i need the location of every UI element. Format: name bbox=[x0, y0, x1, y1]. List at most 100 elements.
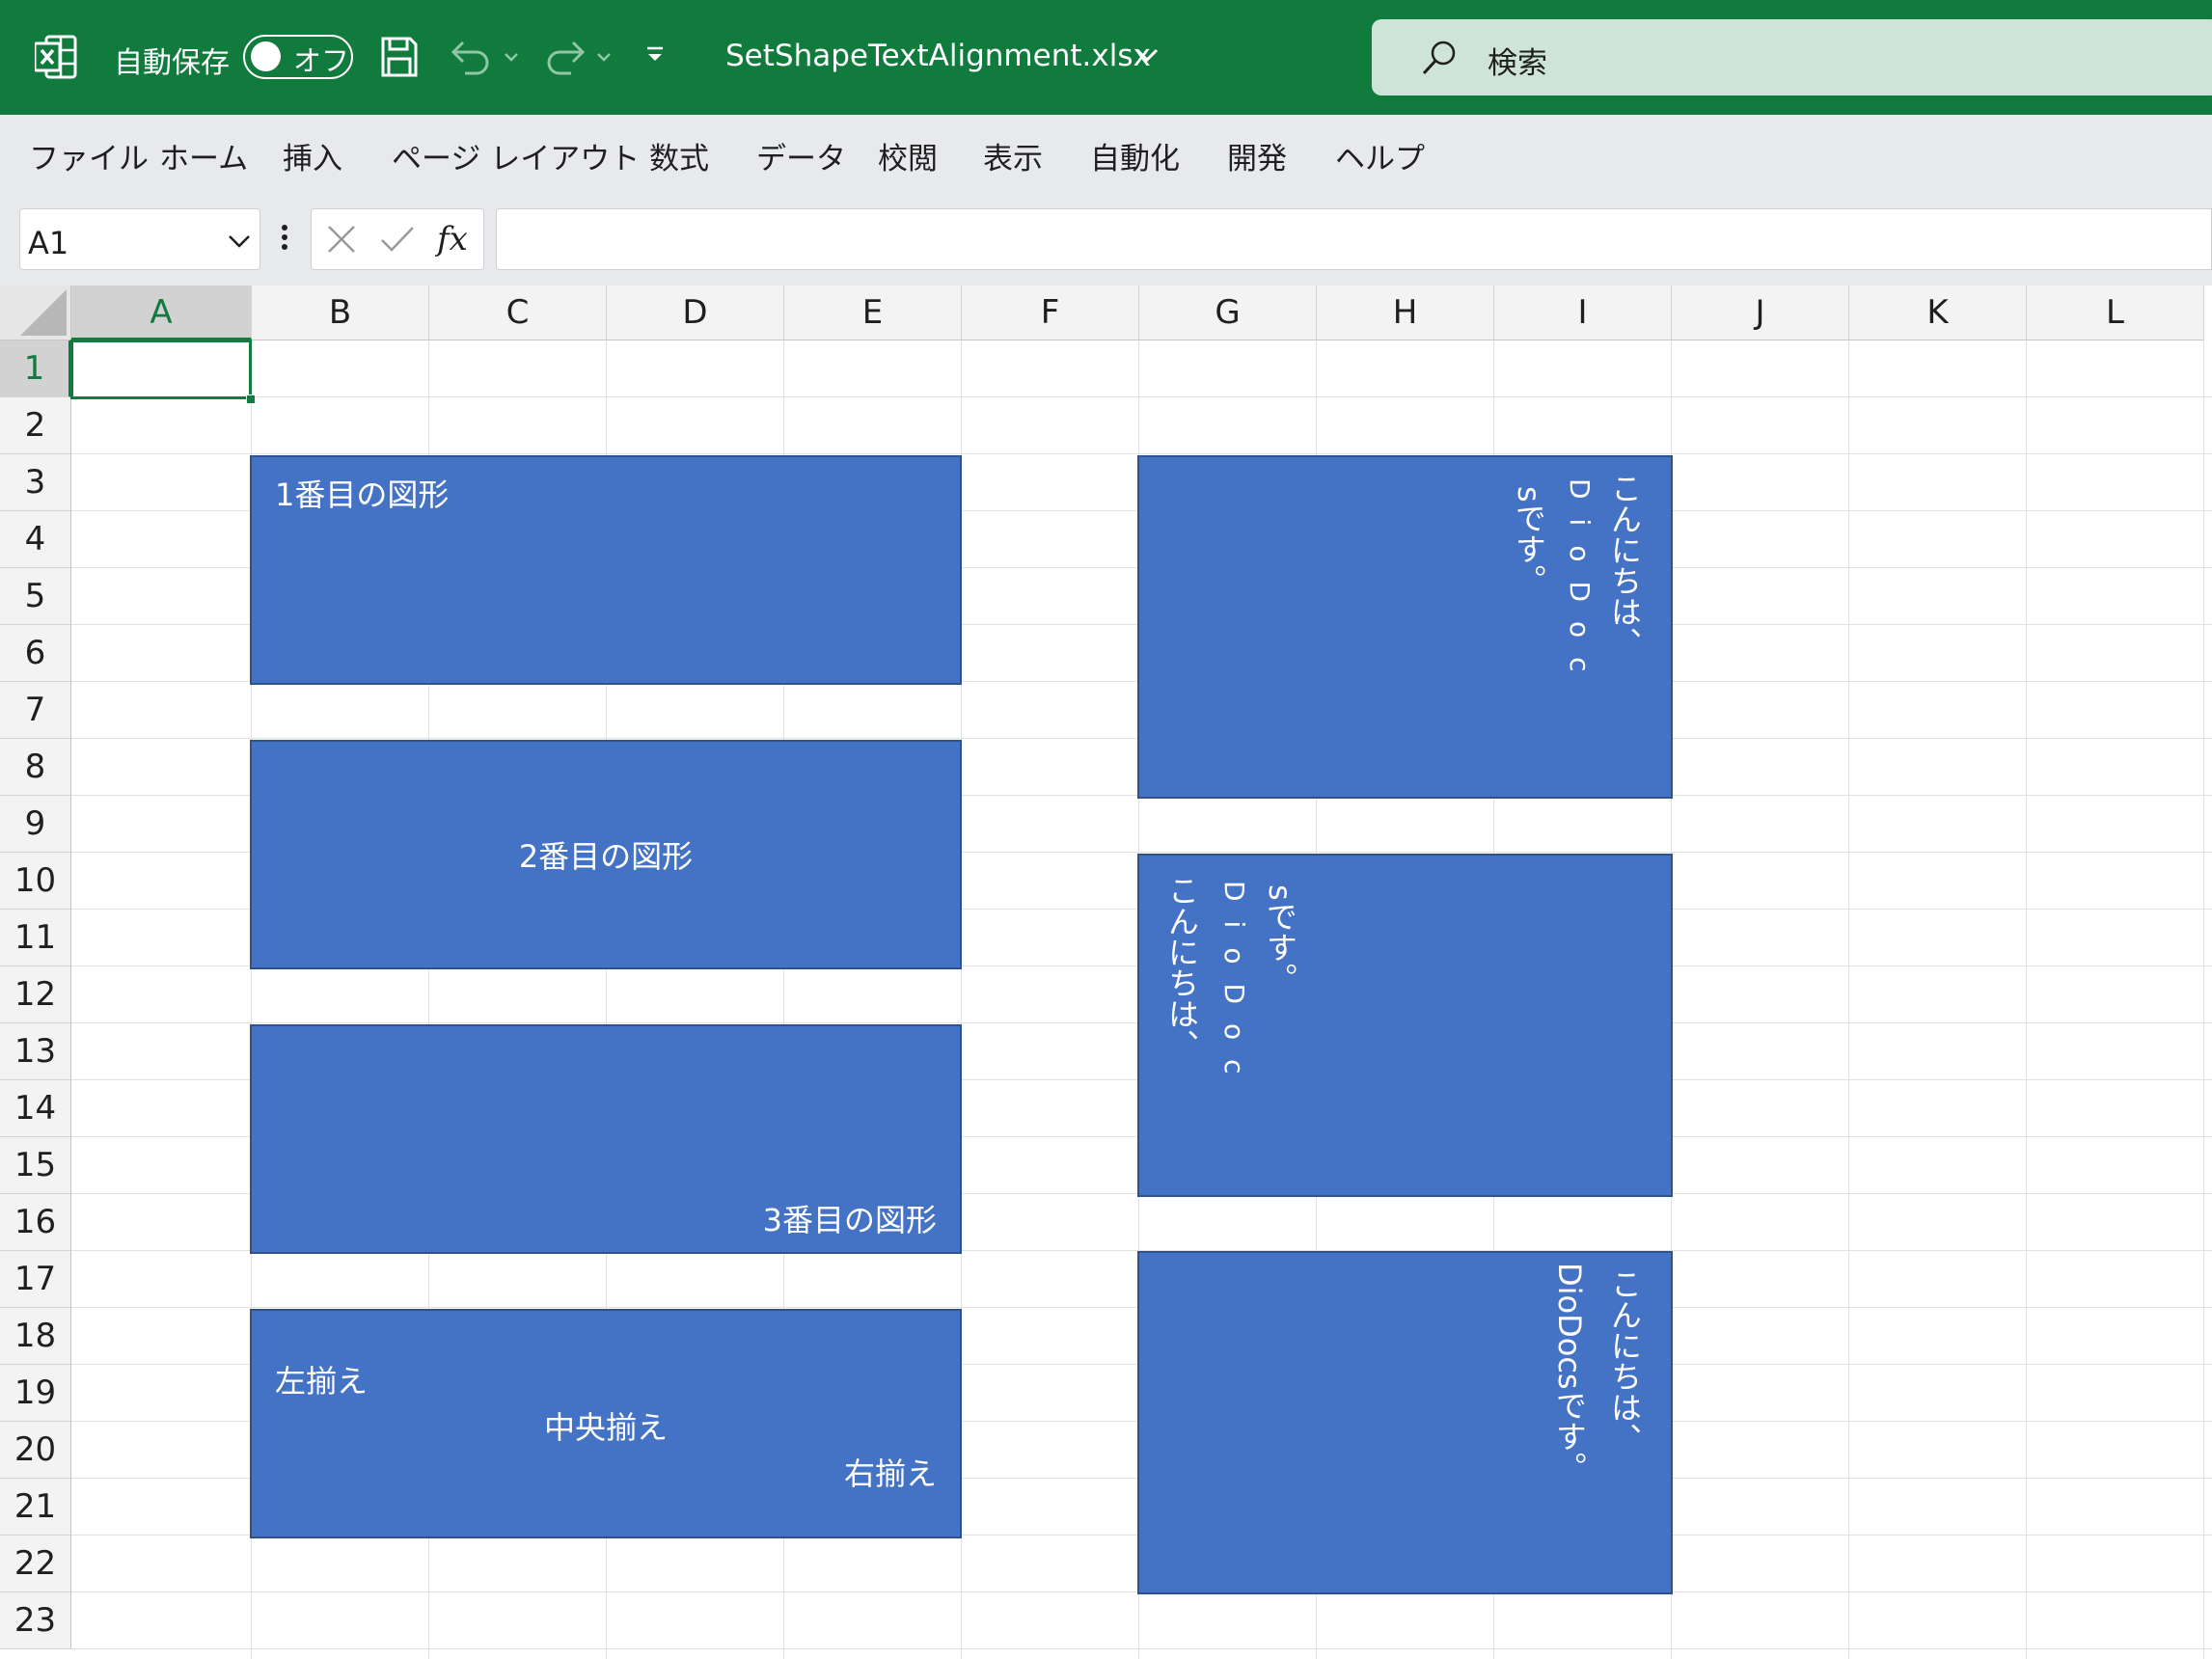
row-header-11[interactable]: 11 bbox=[0, 910, 71, 966]
menu-file[interactable]: ファイル bbox=[29, 134, 149, 177]
row-header-20[interactable]: 20 bbox=[0, 1422, 71, 1479]
autosave-state: オフ bbox=[293, 44, 350, 77]
formula-buttons: fx bbox=[311, 208, 484, 270]
shape-6-line-3: sです。 bbox=[1262, 884, 1298, 993]
row-header-1[interactable]: 1 bbox=[0, 340, 71, 397]
autosave-label: 自動保存 bbox=[114, 46, 230, 80]
shape-2[interactable]: 2番目の図形 bbox=[250, 740, 962, 969]
shape-4-left-text: 左揃え bbox=[275, 1363, 369, 1400]
redo-icon[interactable] bbox=[544, 37, 587, 81]
gridline bbox=[71, 396, 2212, 397]
formula-bar: A1 fx bbox=[0, 197, 2212, 286]
column-header-c[interactable]: C bbox=[429, 286, 607, 340]
excel-logo-icon bbox=[33, 35, 77, 79]
shape-6-line-1: こんにちは、 bbox=[1163, 875, 1200, 1060]
menu-data[interactable]: データ bbox=[756, 134, 846, 177]
search-box[interactable]: 検索 bbox=[1372, 19, 2212, 95]
file-name[interactable]: SetShapeTextAlignment.xlsx bbox=[725, 39, 1151, 73]
select-all-button[interactable] bbox=[0, 286, 71, 340]
formula-input[interactable] bbox=[496, 208, 2212, 270]
column-header-e[interactable]: E bbox=[784, 286, 962, 340]
menu-developer[interactable]: 開発 bbox=[1227, 134, 1287, 177]
shape-7-line-2: DioDocsです。 bbox=[1551, 1263, 1588, 1482]
column-header-j[interactable]: J bbox=[1672, 286, 1849, 340]
row-header-14[interactable]: 14 bbox=[0, 1080, 71, 1137]
shape-7-line-1: こんにちは、 bbox=[1606, 1268, 1643, 1454]
shape-7[interactable]: こんにちは、 DioDocsです。 bbox=[1137, 1251, 1673, 1594]
row-header-18[interactable]: 18 bbox=[0, 1308, 71, 1365]
column-header-d[interactable]: D bbox=[607, 286, 784, 340]
menu-bar: ファイル ホーム 挿入 ページ レイアウト 数式 データ 校閲 表示 自動化 開… bbox=[0, 115, 2212, 197]
more-options-icon[interactable] bbox=[280, 222, 289, 260]
gridline bbox=[71, 453, 2212, 454]
column-header-a[interactable]: A bbox=[71, 286, 252, 340]
gridline bbox=[1848, 340, 1849, 1659]
title-bar: 自動保存 オフ SetShapeTextAlignment.xlsx 検索 bbox=[0, 0, 2212, 115]
redo-dropdown-icon[interactable] bbox=[596, 48, 612, 67]
menu-page-layout[interactable]: ページ レイアウト bbox=[392, 134, 640, 177]
row-header-3[interactable]: 3 bbox=[0, 454, 71, 511]
fill-handle[interactable] bbox=[246, 394, 256, 404]
cancel-icon[interactable] bbox=[325, 223, 358, 259]
shape-6[interactable]: こんにちは、 DioDoc sです。 bbox=[1137, 854, 1673, 1197]
row-header-8[interactable]: 8 bbox=[0, 739, 71, 796]
name-box[interactable]: A1 bbox=[19, 208, 260, 270]
shape-3[interactable]: 3番目の図形 bbox=[250, 1024, 962, 1254]
column-header-i[interactable]: I bbox=[1494, 286, 1672, 340]
shape-5[interactable]: こんにちは、 DioDoc sです。 bbox=[1137, 455, 1673, 799]
row-header-5[interactable]: 5 bbox=[0, 568, 71, 625]
column-header-l[interactable]: L bbox=[2027, 286, 2204, 340]
row-header-2[interactable]: 2 bbox=[0, 397, 71, 454]
shape-1[interactable]: 1番目の図形 bbox=[250, 455, 962, 685]
shape-4[interactable]: 左揃え 中央揃え 右揃え bbox=[250, 1309, 962, 1538]
shape-4-right-text: 右揃え bbox=[843, 1455, 937, 1492]
column-header-k[interactable]: K bbox=[1849, 286, 2027, 340]
customize-quick-access-icon[interactable] bbox=[644, 44, 666, 69]
row-header-7[interactable]: 7 bbox=[0, 682, 71, 739]
column-header-g[interactable]: G bbox=[1139, 286, 1317, 340]
insert-function-icon[interactable]: fx bbox=[434, 217, 474, 265]
row-header-4[interactable]: 4 bbox=[0, 511, 71, 568]
shape-5-line-1: こんにちは、 bbox=[1606, 473, 1643, 658]
save-icon[interactable] bbox=[380, 36, 419, 82]
menu-view[interactable]: 表示 bbox=[983, 134, 1043, 177]
row-header-17[interactable]: 17 bbox=[0, 1251, 71, 1308]
row-header-23[interactable]: 23 bbox=[0, 1592, 71, 1649]
row-header-21[interactable]: 21 bbox=[0, 1479, 71, 1536]
row-header-19[interactable]: 19 bbox=[0, 1365, 71, 1422]
row-header-6[interactable]: 6 bbox=[0, 625, 71, 682]
row-header-16[interactable]: 16 bbox=[0, 1194, 71, 1251]
name-box-value: A1 bbox=[28, 225, 69, 261]
worksheet-grid[interactable]: A B C D E F G H I J K L 1 2 3 4 5 6 7 8 … bbox=[0, 286, 2212, 1659]
menu-help[interactable]: ヘルプ bbox=[1335, 134, 1425, 177]
row-header-22[interactable]: 22 bbox=[0, 1536, 71, 1592]
row-header-13[interactable]: 13 bbox=[0, 1023, 71, 1080]
shape-2-text: 2番目の図形 bbox=[518, 838, 694, 875]
column-header-h[interactable]: H bbox=[1317, 286, 1494, 340]
row-header-15[interactable]: 15 bbox=[0, 1137, 71, 1194]
chevron-down-icon[interactable] bbox=[227, 232, 252, 254]
menu-home[interactable]: ホーム bbox=[159, 134, 248, 177]
enter-icon[interactable] bbox=[379, 223, 416, 259]
row-header-10[interactable]: 10 bbox=[0, 853, 71, 910]
menu-formulas[interactable]: 数式 bbox=[649, 134, 709, 177]
menu-review[interactable]: 校閲 bbox=[878, 134, 938, 177]
row-header-12[interactable]: 12 bbox=[0, 966, 71, 1023]
gridline bbox=[71, 1648, 2212, 1649]
row-header-9[interactable]: 9 bbox=[0, 796, 71, 853]
gridline bbox=[2203, 340, 2204, 1659]
undo-icon[interactable] bbox=[450, 37, 492, 81]
column-header-f[interactable]: F bbox=[962, 286, 1139, 340]
undo-dropdown-icon[interactable] bbox=[504, 48, 519, 67]
active-cell-a1[interactable] bbox=[70, 340, 252, 399]
autosave-toggle[interactable]: オフ bbox=[243, 35, 353, 79]
menu-automate[interactable]: 自動化 bbox=[1090, 134, 1180, 177]
shape-5-line-3: sです。 bbox=[1511, 486, 1547, 595]
shape-3-text: 3番目の図形 bbox=[762, 1202, 937, 1238]
chevron-down-icon[interactable] bbox=[1134, 46, 1160, 68]
column-header-b[interactable]: B bbox=[252, 286, 429, 340]
menu-insert[interactable]: 挿入 bbox=[283, 134, 342, 177]
gridline bbox=[2026, 340, 2027, 1659]
shape-4-center-text: 中央揃え bbox=[543, 1409, 668, 1446]
search-placeholder: 検索 bbox=[1488, 46, 1547, 81]
